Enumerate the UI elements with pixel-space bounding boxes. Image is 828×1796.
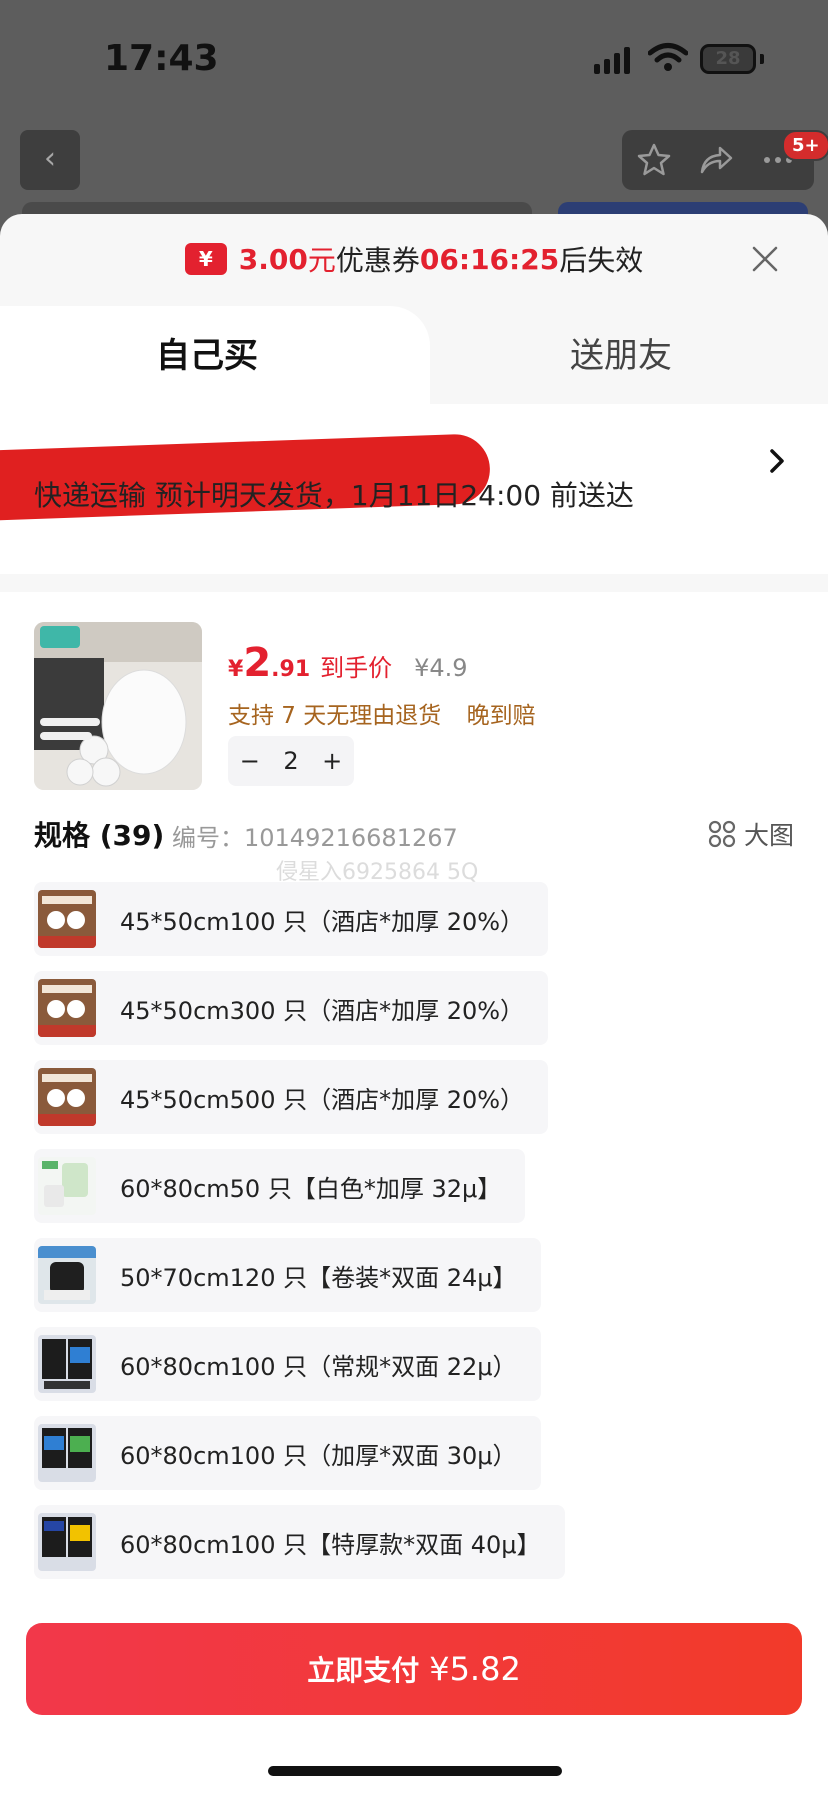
spec-thumbnail: [38, 890, 96, 948]
share-icon[interactable]: [698, 142, 734, 178]
home-indicator: [268, 1766, 562, 1776]
spec-option[interactable]: 60*80cm100 只（加厚*双面 30μ）: [34, 1416, 541, 1490]
status-time: 17:43: [104, 38, 219, 79]
spec-list: 45*50cm100 只（酒店*加厚 20%） 45*50cm300 只（酒店*加…: [34, 882, 565, 1594]
spec-label: 60*80cm50 只【白色*加厚 32μ】: [120, 1174, 502, 1203]
spec-option[interactable]: 45*50cm100 只（酒店*加厚 20%）: [34, 882, 549, 956]
product-image[interactable]: [34, 622, 202, 790]
cellular-signal-icon: [594, 46, 630, 74]
status-bar: 17:43 28: [0, 0, 828, 120]
coupon-unit: 元: [307, 244, 336, 277]
spec-label: 60*80cm100 只（常规*双面 22μ）: [120, 1352, 517, 1381]
spec-header: 规格 (39) 编号：10149216681267 大图: [34, 814, 794, 854]
big-view-button[interactable]: 大图: [708, 816, 794, 852]
spec-option[interactable]: 60*80cm100 只（常规*双面 22μ）: [34, 1327, 541, 1401]
spec-label: 45*50cm300 只（酒店*加厚 20%）: [120, 996, 525, 1025]
big-view-label: 大图: [743, 821, 794, 850]
close-icon[interactable]: [750, 244, 780, 274]
pay-label: 立即支付: [307, 1654, 420, 1687]
address-section[interactable]: 快递运输 预计明天发货，1月11日24:00 前送达: [0, 404, 828, 574]
spec-label: 50*70cm120 只【卷装*双面 24μ】: [120, 1263, 517, 1292]
coupon-label: 优惠券: [335, 244, 420, 277]
product-section: ¥ 2 .91 到手价 ¥4.9 支持 7 天无理由退货 晚到赔 − 2 + 规…: [0, 592, 828, 1796]
spec-option[interactable]: 45*50cm300 只（酒店*加厚 20%）: [34, 971, 549, 1045]
back-button[interactable]: ‹: [20, 130, 80, 190]
spec-thumbnail: [38, 1335, 96, 1393]
spec-option[interactable]: 50*70cm120 只【卷装*双面 24μ】: [34, 1238, 541, 1312]
battery-tip: [760, 54, 764, 64]
spec-thumbnail: [38, 979, 96, 1037]
spec-label: 60*80cm100 只（加厚*双面 30μ）: [120, 1441, 517, 1470]
coupon-amount: 3.00: [238, 242, 308, 276]
original-price: ¥4.9: [414, 654, 468, 682]
spec-thumbnail: [38, 1424, 96, 1482]
service-tags: 支持 7 天无理由退货 晚到赔: [228, 696, 554, 730]
shipping-estimate: 快递运输 预计明天发货，1月11日24:00 前送达: [34, 479, 634, 512]
quantity-value[interactable]: 2: [283, 747, 298, 775]
coupon-banner: ¥ 3.00 元 优惠券 06:16:25 后失效: [0, 214, 828, 304]
notification-badge: 5+: [782, 130, 828, 161]
spec-thumbnail: [38, 1513, 96, 1571]
spec-thumbnail: [38, 1157, 96, 1215]
service-return: 支持 7 天无理由退货: [228, 703, 442, 729]
tab-gift-friend[interactable]: 送朋友: [414, 306, 828, 406]
pay-price: ¥5.82: [429, 1650, 521, 1688]
spec-thumbnail: [38, 1246, 96, 1304]
battery-icon: 28: [700, 44, 756, 74]
increment-button[interactable]: +: [322, 747, 342, 775]
price-symbol: ¥: [228, 657, 244, 682]
coupon-suffix: 后失效: [559, 244, 644, 277]
spec-label: 60*80cm100 只【特厚款*双面 40μ】: [120, 1530, 541, 1559]
spec-option[interactable]: 45*50cm500 只（酒店*加厚 20%）: [34, 1060, 549, 1134]
chevron-right-icon[interactable]: [764, 446, 790, 476]
coupon-countdown: 06:16:25: [419, 242, 560, 276]
service-late-compensation: 晚到赔: [466, 703, 536, 729]
coupon-icon: ¥: [184, 243, 227, 275]
spec-title: 规格 (39): [34, 819, 165, 852]
grid-icon: [708, 820, 736, 848]
spec-option[interactable]: 60*80cm100 只【特厚款*双面 40μ】: [34, 1505, 565, 1579]
price-row: ¥ 2 .91 到手价 ¥4.9: [228, 640, 468, 686]
purchase-sheet: ¥ 3.00 元 优惠券 06:16:25 后失效 自己买 送朋友 快递运输 预…: [0, 214, 828, 1796]
spec-thumbnail: [38, 1068, 96, 1126]
decrement-button[interactable]: −: [240, 747, 260, 775]
wifi-icon: [648, 43, 688, 71]
pay-now-button[interactable]: 立即支付 ¥5.82: [26, 1623, 802, 1715]
price-label: 到手价: [320, 654, 393, 682]
tab-bar: 自己买 送朋友: [0, 306, 828, 406]
price-decimal: .91: [271, 657, 311, 682]
product-code: 编号：10149216681267: [172, 824, 458, 852]
spec-label: 45*50cm500 只（酒店*加厚 20%）: [120, 1085, 525, 1114]
price-integer: 2: [243, 640, 272, 686]
spec-label: 45*50cm100 只（酒店*加厚 20%）: [120, 907, 525, 936]
spec-option[interactable]: 60*80cm50 只【白色*加厚 32μ】: [34, 1149, 526, 1223]
tab-buy-self[interactable]: 自己买: [0, 306, 414, 406]
quantity-stepper: − 2 +: [228, 736, 354, 786]
star-icon[interactable]: [636, 142, 672, 178]
